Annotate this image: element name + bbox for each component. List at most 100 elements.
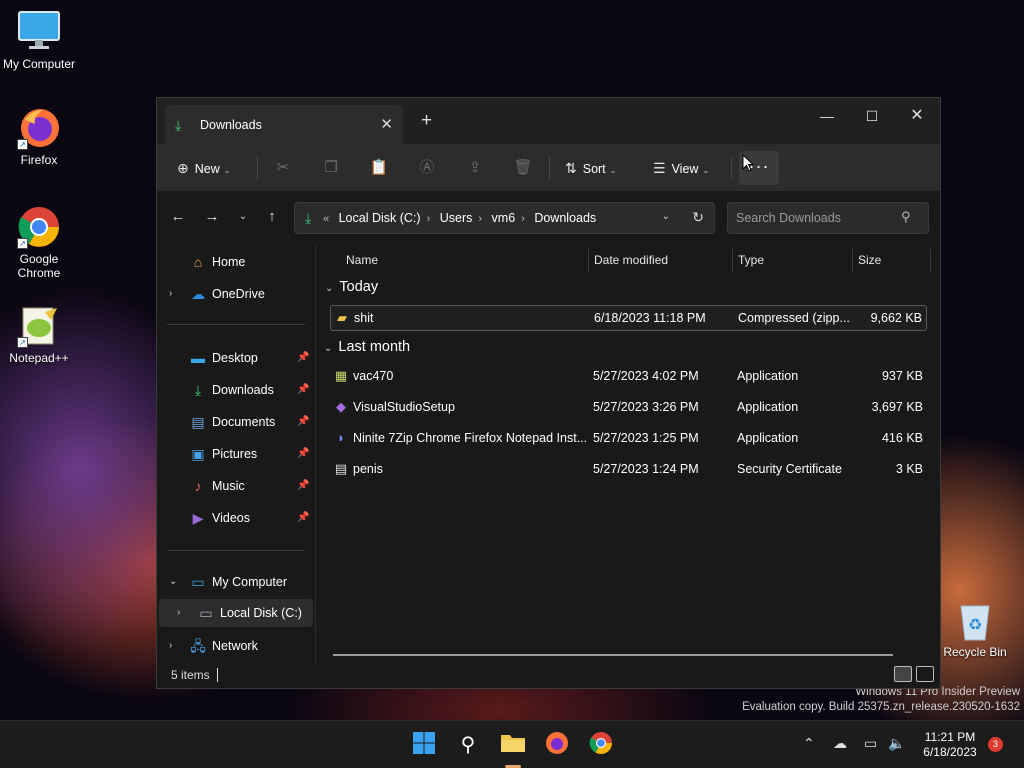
sidebar-item-desktop[interactable]: ▬ Desktop 📌 [157,344,313,372]
breadcrumb-local-disk[interactable]: Local Disk (C:) [339,211,421,225]
breadcrumb-overflow[interactable]: « [323,213,329,225]
firefox-taskbar-icon[interactable] [543,731,571,759]
group-label: Last month [338,339,411,355]
sort-icon: ⇅ [565,160,577,176]
sidebar-item-local-disk[interactable]: › ▭ Local Disk (C:) [159,599,313,627]
start-button[interactable] [410,731,438,759]
watermark-build: Evaluation copy. Build 25375.zn_release.… [742,701,1020,713]
file-type: Application [737,400,799,414]
delete-icon[interactable]: 🗑 [513,158,533,178]
network-icon[interactable]: ▭ [864,735,877,752]
sidebar-item-network[interactable]: › 🖧 Network [157,632,313,660]
collapse-chevron-icon: ⌄ [324,343,333,354]
pin-icon[interactable]: 📌 [297,504,309,532]
sidebar-item-downloads[interactable]: ⤓ Downloads 📌 [157,376,313,404]
details-view-button[interactable] [894,666,912,682]
new-button[interactable]: ⊕ New ⌄ [177,154,230,182]
group-header-last-month[interactable]: ⌄ Last month [324,339,410,355]
desktop-icon-my-computer[interactable]: My Computer [0,10,78,71]
expand-chevron-icon[interactable]: › [177,599,180,627]
collapse-chevron-icon[interactable]: ⌄ [169,568,177,596]
cut-icon[interactable]: ✂ [273,158,293,178]
new-tab-button[interactable]: + [421,110,432,132]
file-row-visualstudiosetup[interactable]: ◆ VisualStudioSetup 5/27/2023 3:26 PM Ap… [330,395,927,421]
sidebar-item-onedrive[interactable]: › ☁ OneDrive [157,280,313,308]
breadcrumb-downloads[interactable]: Downloads [534,211,596,225]
address-bar[interactable]: ⤓ « Local Disk (C:) › Users › vm6 › Downloa… [294,202,715,234]
file-explorer-taskbar-icon[interactable] [499,731,527,759]
search-icon[interactable]: ⚲ [454,731,482,759]
clock-date: 6/18/2023 [923,745,977,759]
shortcut-arrow-icon: ↗ [17,238,28,249]
clock[interactable]: 11:21 PM 6/18/2023 [913,730,987,760]
file-date: 5/27/2023 3:26 PM [593,400,699,414]
tab-downloads[interactable]: ⤓ Downloads ✕ [165,105,403,144]
mouse-cursor-icon [742,153,755,175]
up-arrow-icon[interactable]: ↑ [262,207,282,227]
file-row-penis[interactable]: ▤ penis 5/27/2023 1:24 PM Security Certi… [330,457,927,483]
download-icon: ⤓ [175,117,182,133]
file-date: 5/27/2023 1:24 PM [593,462,699,476]
view-button[interactable]: ☰ View ⌄ [653,154,709,182]
desktop-icon-label: Google Chrome [17,252,61,280]
share-icon[interactable]: ⇪ [465,158,485,178]
show-hidden-icons-chevron-icon[interactable]: ⌃ [803,735,815,752]
clock-time: 11:21 PM [924,730,976,744]
pin-icon[interactable]: 📌 [297,376,309,404]
maximize-button[interactable]: ☐ [849,102,895,130]
sidebar-item-home[interactable]: ⌂ Home [157,248,313,276]
sort-button[interactable]: ⇅ Sort ⌄ [565,154,616,182]
expand-chevron-icon[interactable]: › [169,280,172,308]
sidebar-divider [167,324,305,325]
pin-icon[interactable]: 📌 [297,344,309,372]
file-date: 5/27/2023 1:25 PM [593,431,699,445]
shortcut-arrow-icon: ↗ [17,337,28,348]
desktop-icon-firefox[interactable]: ↗ Firefox [0,106,78,167]
file-row-ninite[interactable]: ◗ Ninite 7Zip Chrome Firefox Notepad Ins… [330,426,927,452]
notification-badge[interactable]: 3 [988,737,1003,752]
refresh-icon[interactable]: ↻ [692,209,704,226]
expand-chevron-icon[interactable]: › [169,632,172,660]
close-tab-icon[interactable]: ✕ [380,115,393,133]
minimize-button[interactable]: — [804,102,850,130]
desktop-icon-google-chrome[interactable]: ↗ Google Chrome [0,205,78,280]
sidebar-item-my-computer[interactable]: ⌄ ▭ My Computer [157,568,313,596]
close-window-button[interactable]: ✕ [894,102,940,130]
drive-icon: ▭ [199,605,213,621]
sidebar-item-documents[interactable]: ▤ Documents 📌 [157,408,313,436]
pin-icon[interactable]: 📌 [297,408,309,436]
recycle-bin-icon: ♻ [953,598,997,642]
breadcrumb-users[interactable]: Users [440,211,473,225]
shortcut-arrow-icon: ↗ [17,139,28,150]
forward-arrow-icon[interactable]: → [202,207,222,227]
onedrive-offline-icon[interactable]: ☁ [833,735,847,752]
large-icons-view-button[interactable] [916,666,934,682]
file-date: 5/27/2023 4:02 PM [593,369,699,383]
chevron-down-icon: ⌄ [223,166,231,175]
paste-icon[interactable]: 📋 [369,158,389,178]
zip-folder-icon: ▰ [337,310,347,325]
volume-icon[interactable]: 🔈 [888,735,905,752]
video-icon: ▶ [192,510,204,526]
rename-icon[interactable]: Ⓐ [417,158,437,178]
file-row-shit[interactable]: ▰ shit 6/18/2023 11:18 PM Compressed (zi… [330,305,927,331]
address-dropdown-icon[interactable]: ⌄ [662,211,670,222]
ninite-icon: ◗ [337,430,345,445]
search-input[interactable] [727,202,929,234]
sidebar-item-music[interactable]: ♪ Music 📌 [157,472,313,500]
sidebar-item-videos[interactable]: ▶ Videos 📌 [157,504,313,532]
file-row-vac470[interactable]: ▦ vac470 5/27/2023 4:02 PM Application 9… [330,364,927,390]
horizontal-scrollbar[interactable] [333,654,893,656]
recent-locations-chevron-icon[interactable]: ⌄ [233,207,253,227]
copy-icon[interactable]: ❐ [321,158,341,178]
desktop-icon-notepadpp[interactable]: ↗ Notepad++ [0,304,78,365]
desktop-icon-recycle-bin[interactable]: ♻ Recycle Bin [936,598,1014,659]
chrome-taskbar-icon[interactable] [587,731,615,759]
sidebar-item-pictures[interactable]: ▣ Pictures 📌 [157,440,313,468]
breadcrumb-vm6[interactable]: vm6 [492,211,516,225]
navigation-bar: ← → ⌄ ↑ ⤓ « Local Disk (C:) › Users › vm6 ›… [157,193,940,243]
pin-icon[interactable]: 📌 [297,472,309,500]
pin-icon[interactable]: 📌 [297,440,309,468]
sidebar-item-label: Pictures [212,447,258,461]
back-arrow-icon[interactable]: ← [168,207,188,227]
